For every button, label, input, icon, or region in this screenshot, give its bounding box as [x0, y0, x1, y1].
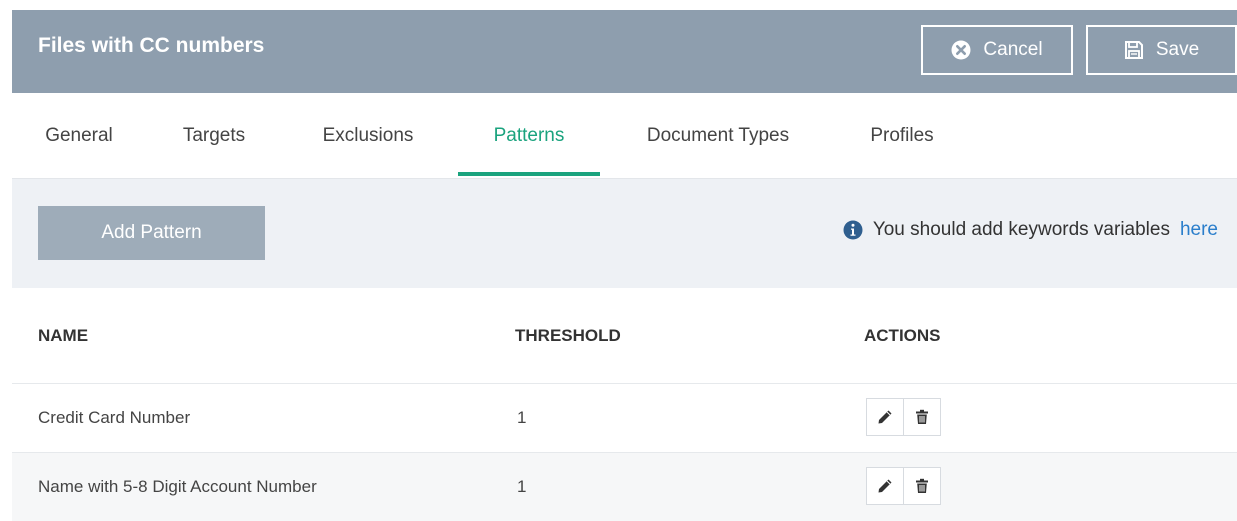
info-icon	[843, 220, 863, 240]
pattern-name: Credit Card Number	[38, 408, 191, 427]
tab-exclusions[interactable]: Exclusions	[308, 93, 428, 179]
floppy-disk-icon	[1124, 40, 1144, 60]
row-actions	[866, 467, 941, 505]
trash-icon	[914, 478, 930, 494]
dialog-header: Files with CC numbers Cancel Save	[12, 10, 1237, 93]
edit-icon	[877, 409, 893, 425]
tab-document-types[interactable]: Document Types	[628, 93, 808, 179]
tab-patterns[interactable]: Patterns	[458, 93, 600, 179]
save-button[interactable]: Save	[1086, 25, 1237, 75]
pattern-threshold: 1	[517, 408, 527, 427]
tab-profiles[interactable]: Profiles	[858, 93, 946, 179]
cancel-label: Cancel	[983, 39, 1043, 60]
trash-icon	[914, 409, 930, 425]
pattern-name: Name with 5-8 Digit Account Number	[38, 477, 317, 496]
table-row: Credit Card Number 1	[12, 384, 1237, 453]
add-pattern-button[interactable]: Add Pattern	[38, 206, 265, 260]
row-actions	[866, 398, 941, 436]
patterns-table: NAME THRESHOLD ACTIONS Credit Card Numbe…	[12, 288, 1237, 521]
edit-button[interactable]	[866, 467, 904, 505]
pattern-editor-page: Files with CC numbers Cancel Save Genera…	[0, 0, 1237, 521]
column-header-actions: ACTIONS	[864, 326, 941, 345]
cancel-button[interactable]: Cancel	[921, 25, 1073, 75]
tab-general[interactable]: General	[37, 93, 121, 179]
cancel-circle-icon	[951, 40, 971, 60]
save-label: Save	[1155, 39, 1200, 60]
delete-button[interactable]	[903, 467, 941, 505]
table-header: NAME THRESHOLD ACTIONS	[12, 288, 1237, 384]
keywords-here-link[interactable]: here	[1180, 219, 1218, 241]
tab-targets[interactable]: Targets	[172, 93, 256, 179]
delete-button[interactable]	[903, 398, 941, 436]
edit-icon	[877, 478, 893, 494]
column-header-name[interactable]: NAME	[38, 326, 88, 346]
pattern-threshold: 1	[517, 477, 527, 496]
edit-button[interactable]	[866, 398, 904, 436]
column-header-threshold[interactable]: THRESHOLD	[515, 326, 621, 346]
info-text: You should add keywords variables	[872, 219, 1170, 240]
info-message: You should add keywords variables here	[843, 219, 1218, 241]
tab-bar: General Targets Exclusions Patterns Docu…	[12, 93, 1237, 179]
patterns-toolbar: Add Pattern You should add keywords vari…	[12, 179, 1237, 288]
table-row: Name with 5-8 Digit Account Number 1	[12, 453, 1237, 521]
dialog-title: Files with CC numbers	[38, 34, 265, 57]
